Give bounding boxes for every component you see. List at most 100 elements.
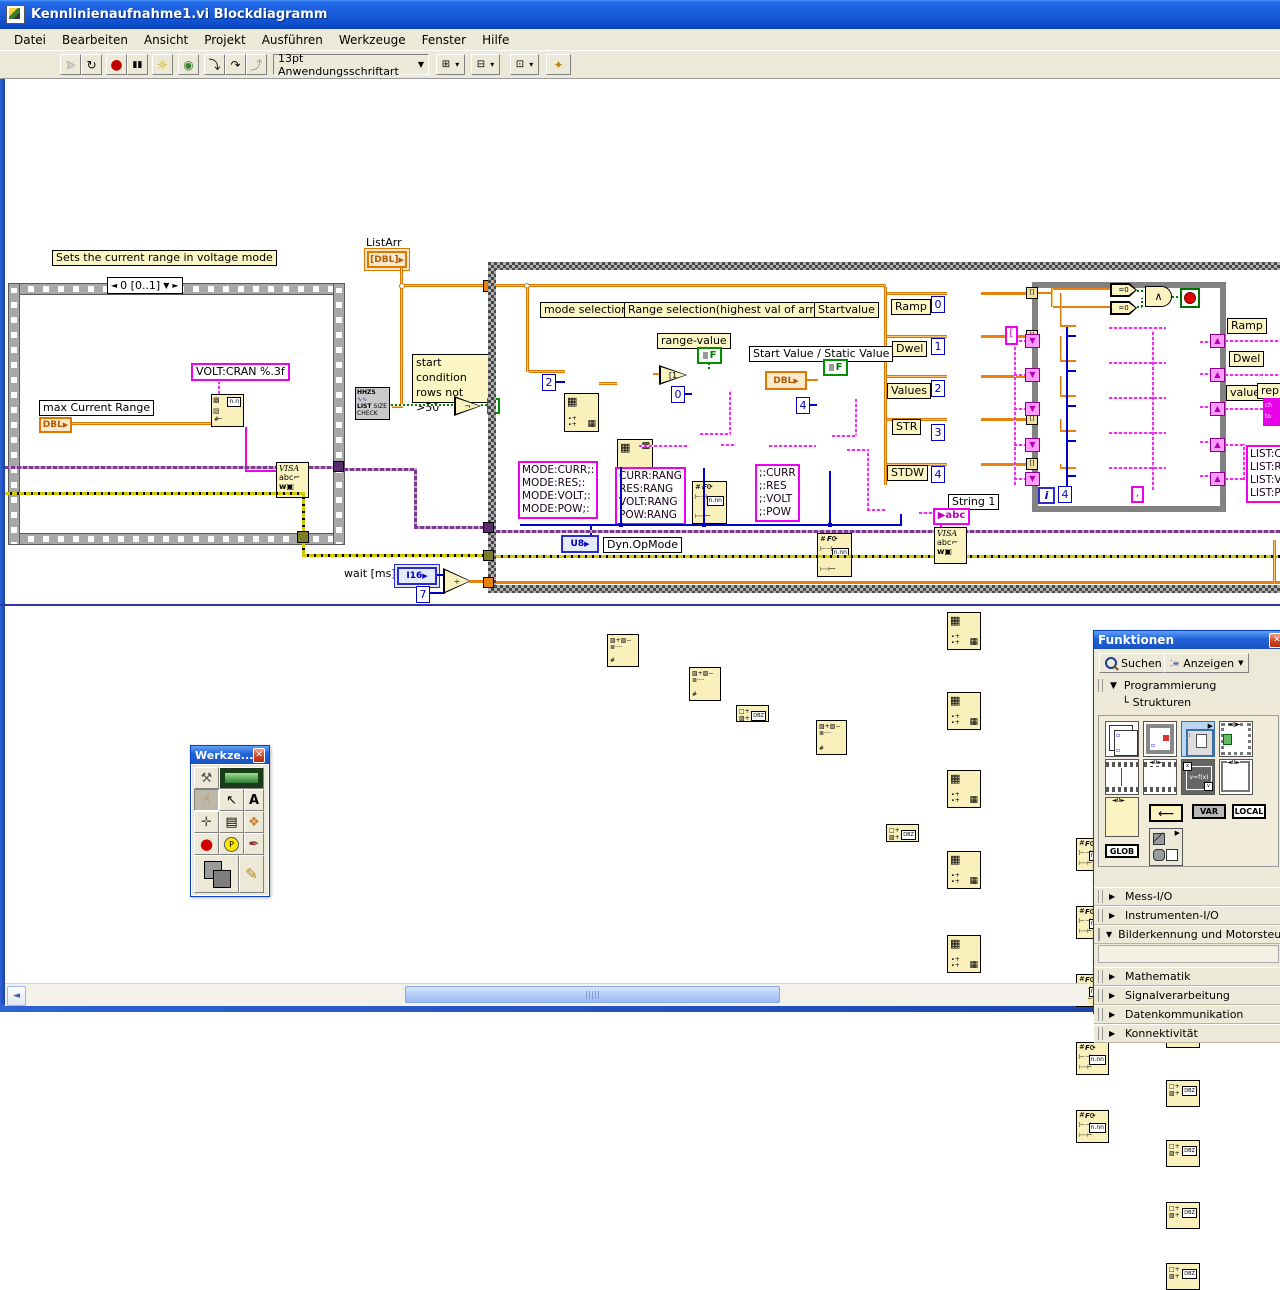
label-dyn-opmode[interactable]: Dyn.OpMode xyxy=(603,537,683,553)
index-array-row3[interactable]: ▦ ▦ ∙+ ∙+ xyxy=(947,770,981,808)
and-gate[interactable]: ∧ xyxy=(1145,286,1172,307)
shift-register-left-2[interactable]: ▼ xyxy=(1025,368,1040,382)
constant-inner-4[interactable]: 4 xyxy=(1058,486,1072,503)
formula-node-icon[interactable]: v=f(x) x v xyxy=(1181,759,1215,795)
category-datenkommunikation[interactable]: ▶ Datenkommunikation xyxy=(1094,1005,1280,1024)
retain-wire-values-button[interactable]: ◉ xyxy=(178,54,199,75)
tunnel-wait-loop[interactable] xyxy=(483,577,494,588)
align-objects-button[interactable]: ⊞ ▾ xyxy=(436,54,465,75)
search-split-node-1[interactable]: ▨+▨− ≣···· # xyxy=(607,634,639,667)
comment-current-range[interactable]: Sets the current range in voltage mode xyxy=(52,250,277,266)
index-array-row1[interactable]: ▦ ▦ ∙+ ∙+ xyxy=(947,612,981,650)
global-variable-icon[interactable]: GLOB xyxy=(1105,844,1139,858)
shift-register-left-1[interactable]: ▼ xyxy=(1025,334,1040,348)
scan-node-1[interactable]: □+ ▨+ DBZ xyxy=(736,705,769,722)
feedback-node-icon[interactable]: ⟵ xyxy=(1149,804,1183,822)
shift-register-right-5[interactable]: ▲ xyxy=(1210,472,1225,486)
terminal-u8[interactable]: U8 ▶ xyxy=(561,535,599,553)
terminal-max-current-range-dbl[interactable]: DBL ▶ xyxy=(39,417,72,433)
label-row2-dwel[interactable]: Dwel xyxy=(892,341,928,357)
string-constant-rang[interactable]: CURR:RANG RES:RANG VOLT:RANG POW:RANG xyxy=(615,467,686,525)
label-range-selection[interactable]: Range selection(highest val of array) xyxy=(624,302,836,318)
constant-row1[interactable]: 0 xyxy=(931,296,945,313)
tunnel-error-seq[interactable] xyxy=(297,531,309,543)
functions-palette[interactable]: Funktionen ✕ Suchen ⁚≡ Anzeigen ▼ ▼ Prog… xyxy=(1093,630,1280,1043)
sequence-border-bottom[interactable] xyxy=(8,533,345,545)
comment-start-condition[interactable]: start condition rows not >50 xyxy=(412,354,490,414)
category-mathematik[interactable]: ▶ Mathematik xyxy=(1094,967,1280,986)
scan-node-2[interactable]: □+ ▨+ DBZ xyxy=(886,824,919,842)
index-array-node-a[interactable]: ▦ ▦ ∙+ ∙+ xyxy=(564,393,599,432)
string-constant-list[interactable]: LIST:C LIST:R LIST:V LIST:P xyxy=(1246,445,1280,503)
string-constant-volt-cran[interactable]: VOLT:CRAN %.3f xyxy=(191,363,290,381)
tools-palette-close-icon[interactable]: ✕ xyxy=(253,747,265,763)
tree-root-label[interactable]: Programmierung xyxy=(1124,679,1216,692)
category-signalverarbeitung[interactable]: ▶ Signalverarbeitung xyxy=(1094,986,1280,1005)
disable-structure-icon[interactable]: ◄▯► xyxy=(1219,721,1253,757)
format-value-node-1[interactable]: ▩ n.n ▨ #···· xyxy=(211,394,244,427)
selected-structure-icon[interactable]: ▶ ⁞ xyxy=(1181,721,1215,757)
distribute-objects-button[interactable]: ⊟ ▾ xyxy=(471,54,500,75)
inner-concat-2[interactable]: □+ ▨+ DBZ xyxy=(1166,1080,1200,1107)
menu-fenster[interactable]: Fenster xyxy=(414,30,475,50)
visa-write-node-2[interactable]: VISA abc⌐ w▣ xyxy=(934,527,967,564)
brush-tool-button[interactable]: ✎ xyxy=(239,855,264,893)
constant-row3[interactable]: 2 xyxy=(931,380,945,397)
shift-register-left-4[interactable]: ▼ xyxy=(1025,438,1040,452)
probe-tool-button[interactable]: P xyxy=(219,833,244,855)
index-array-row4[interactable]: ▦ ▦ ∙+ ∙+ xyxy=(947,851,981,889)
terminal-i16[interactable]: I16 ▶ xyxy=(397,567,437,585)
conversion-node[interactable]: [1 xyxy=(659,365,687,385)
highlight-execution-button[interactable]: ☼ xyxy=(152,54,173,75)
shift-register-left-5[interactable]: ▼ xyxy=(1025,472,1040,486)
scroll-tool-button[interactable]: ❖ xyxy=(244,811,264,833)
search-button[interactable]: Suchen xyxy=(1099,653,1168,673)
edit-text-tool-button[interactable]: A xyxy=(244,789,264,811)
label-row5-stdw[interactable]: STDW xyxy=(887,465,929,481)
index-array-row5[interactable]: ▦ ▦ ∙+ ∙+ xyxy=(947,935,981,973)
inner-format-node-5[interactable]: # F⟳ ⊢⊣ n.nn ⊢⊣···· xyxy=(1076,1110,1109,1143)
label-dwel-right[interactable]: Dwel xyxy=(1229,351,1265,367)
wire-tool-button[interactable]: ✛ xyxy=(194,811,219,833)
menu-ansicht[interactable]: Ansicht xyxy=(136,30,196,50)
tools-palette-titlebar[interactable]: Werkze... ✕ xyxy=(191,746,269,764)
tree-root-arrow[interactable]: ▼ xyxy=(1110,681,1117,691)
constant-row2[interactable]: 1 xyxy=(931,338,945,355)
abort-button[interactable]: ● xyxy=(106,54,127,75)
string-constant-ops[interactable]: ;:CURR ;:RES ;:VOLT ;:POW xyxy=(755,464,800,522)
operate-tool-button[interactable]: ☝ xyxy=(194,789,219,811)
scrollbar-left-button[interactable]: ◄ xyxy=(7,986,26,1006)
number-to-string-node-1[interactable]: #F⟳ ⊢⊣n.nn ⊢⊣······· xyxy=(692,481,727,524)
menu-hilfe[interactable]: Hilfe xyxy=(474,30,517,50)
sequence-next-arrow[interactable]: ► xyxy=(172,281,178,290)
shift-register-right-3[interactable]: ▲ xyxy=(1210,402,1225,416)
build-array-pink[interactable]: [ xyxy=(1005,326,1018,345)
step-over-button[interactable]: ↷ xyxy=(225,54,246,75)
label-listarr[interactable]: ListArr xyxy=(366,236,402,249)
while-loop-border-top[interactable] xyxy=(488,262,1280,270)
run-button[interactable]: ➤ xyxy=(60,54,81,75)
stacked-sequence-icon[interactable]: ◄0► xyxy=(1143,759,1177,795)
run-continuous-button[interactable]: ↻ xyxy=(81,54,102,75)
label-row3-values[interactable]: Values xyxy=(887,383,931,399)
menu-datei[interactable]: Datei xyxy=(6,30,54,50)
tunnel-visa-seq[interactable] xyxy=(333,461,344,472)
shift-register-right-4[interactable]: ▲ xyxy=(1210,438,1225,452)
string-constant-mode[interactable]: MODE:CURR;: MODE:RES;: MODE:VOLT;: MODE:… xyxy=(518,461,599,519)
scrollbar-thumb[interactable] xyxy=(405,986,780,1003)
label-row1-ramp[interactable]: Ramp xyxy=(891,299,931,315)
search-split-node-3[interactable]: ▨+▨− ≣···· # xyxy=(816,720,847,755)
constant-2[interactable]: 2 xyxy=(542,374,556,391)
label-row4-str[interactable]: STR xyxy=(892,419,922,435)
label-startvalue[interactable]: Startvalue xyxy=(814,302,879,318)
tools-palette[interactable]: Werkze... ✕ ⚒ ☝ ↖ A ✛ ▤ ❖ ● P ✒ ✎ xyxy=(190,745,270,897)
label-mode-selection[interactable]: mode selection xyxy=(540,302,633,318)
inner-concat-3[interactable]: □+ ▨+ DBZ xyxy=(1166,1140,1200,1167)
bool-false-1[interactable]: F xyxy=(697,347,722,364)
while-loop-border-left[interactable] xyxy=(488,262,496,593)
tree-root-row[interactable]: ▼ Programmierung xyxy=(1098,679,1216,692)
font-selector[interactable]: 13pt Anwendungsschriftart ▼ xyxy=(273,52,429,78)
label-max-current-range[interactable]: max Current Range xyxy=(39,400,155,416)
view-button[interactable]: ⁚≡ Anzeigen ▼ xyxy=(1164,653,1250,673)
replace-substring-node[interactable]: ch to xyxy=(1263,398,1280,426)
